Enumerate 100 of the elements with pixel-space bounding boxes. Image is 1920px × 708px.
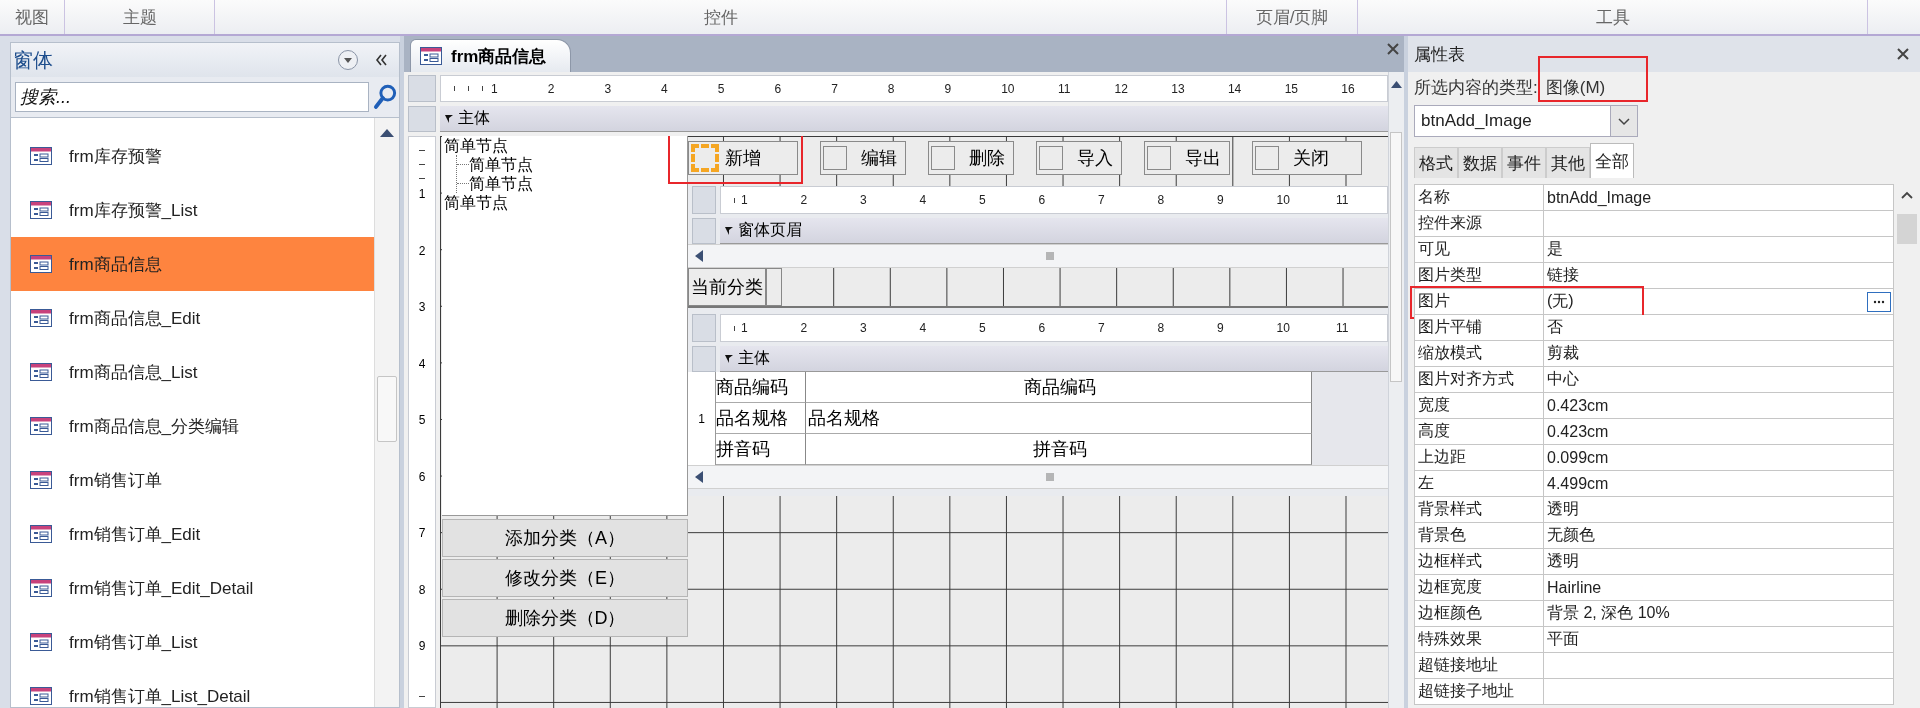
property-name: 边框颜色 [1414,601,1544,627]
property-value[interactable]: 0.099cm [1544,445,1894,471]
form-button[interactable]: 关闭 [1252,141,1362,175]
field-label[interactable]: 商品编码 [716,372,806,403]
close-icon[interactable] [1896,47,1910,61]
property-value[interactable]: btnAdd_Image [1544,185,1894,211]
chevron-up-icon[interactable] [1900,190,1914,200]
property-value[interactable]: 链接 [1544,263,1894,289]
ruler-number: 7 [1098,321,1158,335]
object-selector[interactable]: btnAdd_Image [1414,105,1638,137]
property-value[interactable]: 4.499cm [1544,471,1894,497]
nav-item[interactable]: frm商品信息_分类编辑 [11,399,374,453]
search-icon[interactable] [373,83,399,111]
property-value[interactable]: 无颜色 [1544,523,1894,549]
image-control[interactable] [823,146,847,170]
nav-item[interactable]: frm销售订单 [11,453,374,507]
form-button[interactable]: 导入 [1036,141,1122,175]
collapse-arrow-icon[interactable] [724,353,734,364]
document-tab[interactable]: frm商品信息 [410,39,572,72]
text-box[interactable]: 拼音码 [806,434,1312,465]
property-name: 边框宽度 [1414,575,1544,601]
section-bar[interactable]: 窗体页眉 [720,218,1388,244]
ribbon-group-label: 视图 [0,0,65,34]
nav-item[interactable]: frm库存预警 [11,129,374,183]
property-tab[interactable]: 事件 [1502,147,1546,178]
section-bar[interactable]: 主体 [720,346,1388,372]
dropdown-icon[interactable] [337,49,359,71]
image-control[interactable] [1147,146,1171,170]
nav-item[interactable]: frm销售订单_Edit [11,507,374,561]
property-name: 高度 [1414,419,1544,445]
nav-item[interactable]: frm商品信息 [11,237,374,291]
nav-item[interactable]: frm商品信息_List [11,345,374,399]
scroll-thumb[interactable] [1390,132,1402,382]
builder-button[interactable] [1867,291,1891,312]
property-value[interactable]: 背景 2, 深色 10% [1544,601,1894,627]
property-name: 图片对齐方式 [1414,367,1544,393]
section-title: 窗体页眉 [738,220,802,240]
property-name: 图片 [1414,289,1544,315]
scroll-thumb[interactable] [377,376,397,442]
property-tab[interactable]: 其他 [1546,147,1590,178]
field-label[interactable]: 品名规格 [716,403,806,434]
property-value[interactable]: 剪裁 [1544,341,1894,367]
search-field[interactable]: 搜索... [15,82,370,112]
ruler-corner [692,186,716,214]
section-selector [692,218,716,244]
image-control[interactable] [1039,146,1063,170]
property-tab[interactable]: 格式 [1414,147,1458,178]
property-tab[interactable]: 数据 [1458,147,1502,178]
command-button[interactable]: 删除分类（D） [442,599,688,637]
command-button[interactable]: 修改分类（E） [442,559,688,597]
property-value[interactable]: 0.423cm [1544,393,1894,419]
scroll-thumb[interactable] [1897,214,1917,244]
close-icon[interactable] [1386,42,1400,56]
text-box[interactable]: 商品编码 [806,372,1312,403]
form-label[interactable]: 当前分类 [688,268,766,306]
tree-node[interactable]: 简单节点 [444,136,687,155]
text-box[interactable] [766,268,782,306]
tree-node[interactable]: 简单节点 [469,174,533,193]
command-button[interactable]: 添加分类（A） [442,519,688,557]
ruler-corner [692,314,716,342]
collapse-arrow-icon[interactable] [444,113,454,124]
property-value[interactable]: 中心 [1544,367,1894,393]
property-value[interactable]: 透明 [1544,549,1894,575]
tree-node[interactable]: 简单节点 [444,193,687,212]
property-name: 上边距 [1414,445,1544,471]
form-icon [29,146,53,166]
form-button[interactable]: 导出 [1144,141,1230,175]
field-label[interactable]: 拼音码 [716,434,806,465]
property-value[interactable]: (无) [1544,289,1894,315]
property-value[interactable]: 否 [1544,315,1894,341]
collapse-icon[interactable] [373,52,389,68]
property-value[interactable]: 透明 [1544,497,1894,523]
chevron-down-icon[interactable] [1610,106,1637,136]
form-button[interactable]: 删除 [928,141,1014,175]
property-value[interactable]: Hairline [1544,575,1894,601]
nav-item[interactable]: frm销售订单_Edit_Detail [11,561,374,615]
image-control[interactable] [1255,146,1279,170]
ruler-number: 11 [1057,81,1115,96]
section-bar[interactable]: 主体 [440,106,1388,132]
nav-item[interactable]: frm销售订单_List_Detail [11,669,374,707]
scroll-up-icon[interactable] [1389,78,1404,90]
form-icon [419,46,443,66]
nav-item[interactable]: frm库存预警_List [11,183,374,237]
text-box[interactable]: 品名规格 [806,403,1312,434]
tree-node[interactable]: 简单节点 [469,155,533,174]
nav-item[interactable]: frm销售订单_List [11,615,374,669]
subform-control[interactable]: 1 2 3 4 5 6 7 8 9 10 11 窗体页眉 当前分类 1 2 3 4 5 6 7 8 9 10 11 主体 1 商品编码 商品编码 品名规格 品名规格 拼音码 拼音码 [688,186,1388,496]
nav-item[interactable]: frm商品信息_Edit [11,291,374,345]
property-name: 图片类型 [1414,263,1544,289]
property-value[interactable]: 是 [1544,237,1894,263]
section-selector [408,106,436,132]
section-title: 主体 [738,348,770,368]
image-control[interactable] [931,146,955,170]
form-button[interactable]: 新增 [688,141,798,175]
tree-view[interactable]: 简单节点 简单节点 简单节点 简单节点 [442,136,688,516]
property-value[interactable]: 0.423cm [1544,419,1894,445]
form-button[interactable]: 编辑 [820,141,906,175]
property-value[interactable]: 平面 [1544,627,1894,653]
property-tab[interactable]: 全部 [1590,143,1634,178]
collapse-arrow-icon[interactable] [724,225,734,236]
